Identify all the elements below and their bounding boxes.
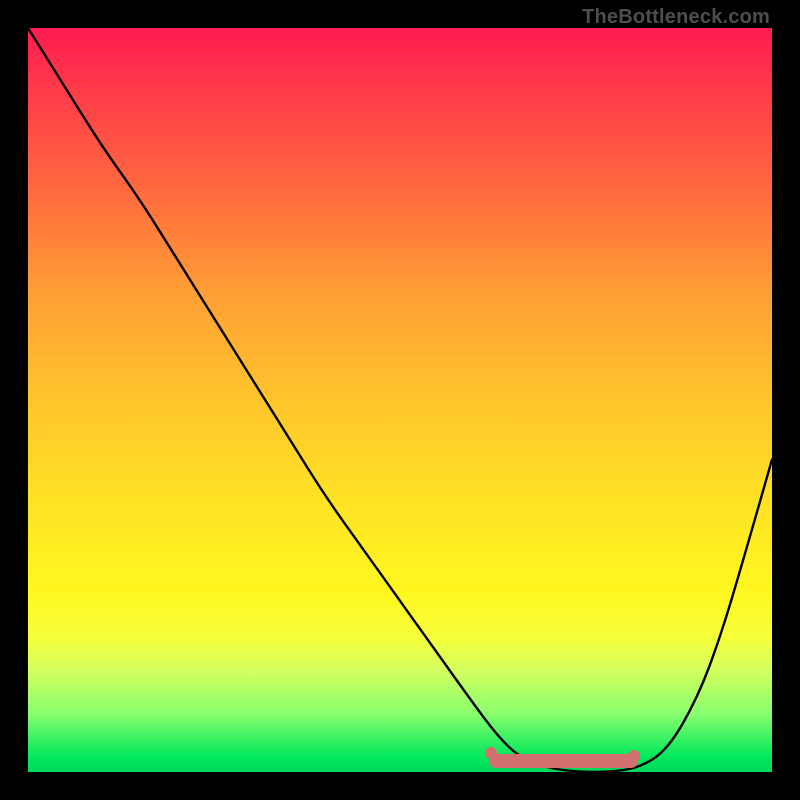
highlight-dot-right (628, 750, 640, 762)
plot-area (28, 28, 772, 772)
chart-container: TheBottleneck.com (0, 0, 800, 800)
highlight-band (489, 754, 638, 768)
bottleneck-curve-path (28, 28, 772, 772)
highlight-dot-left (485, 747, 497, 759)
curve-svg (28, 28, 772, 772)
watermark-text: TheBottleneck.com (582, 6, 770, 29)
